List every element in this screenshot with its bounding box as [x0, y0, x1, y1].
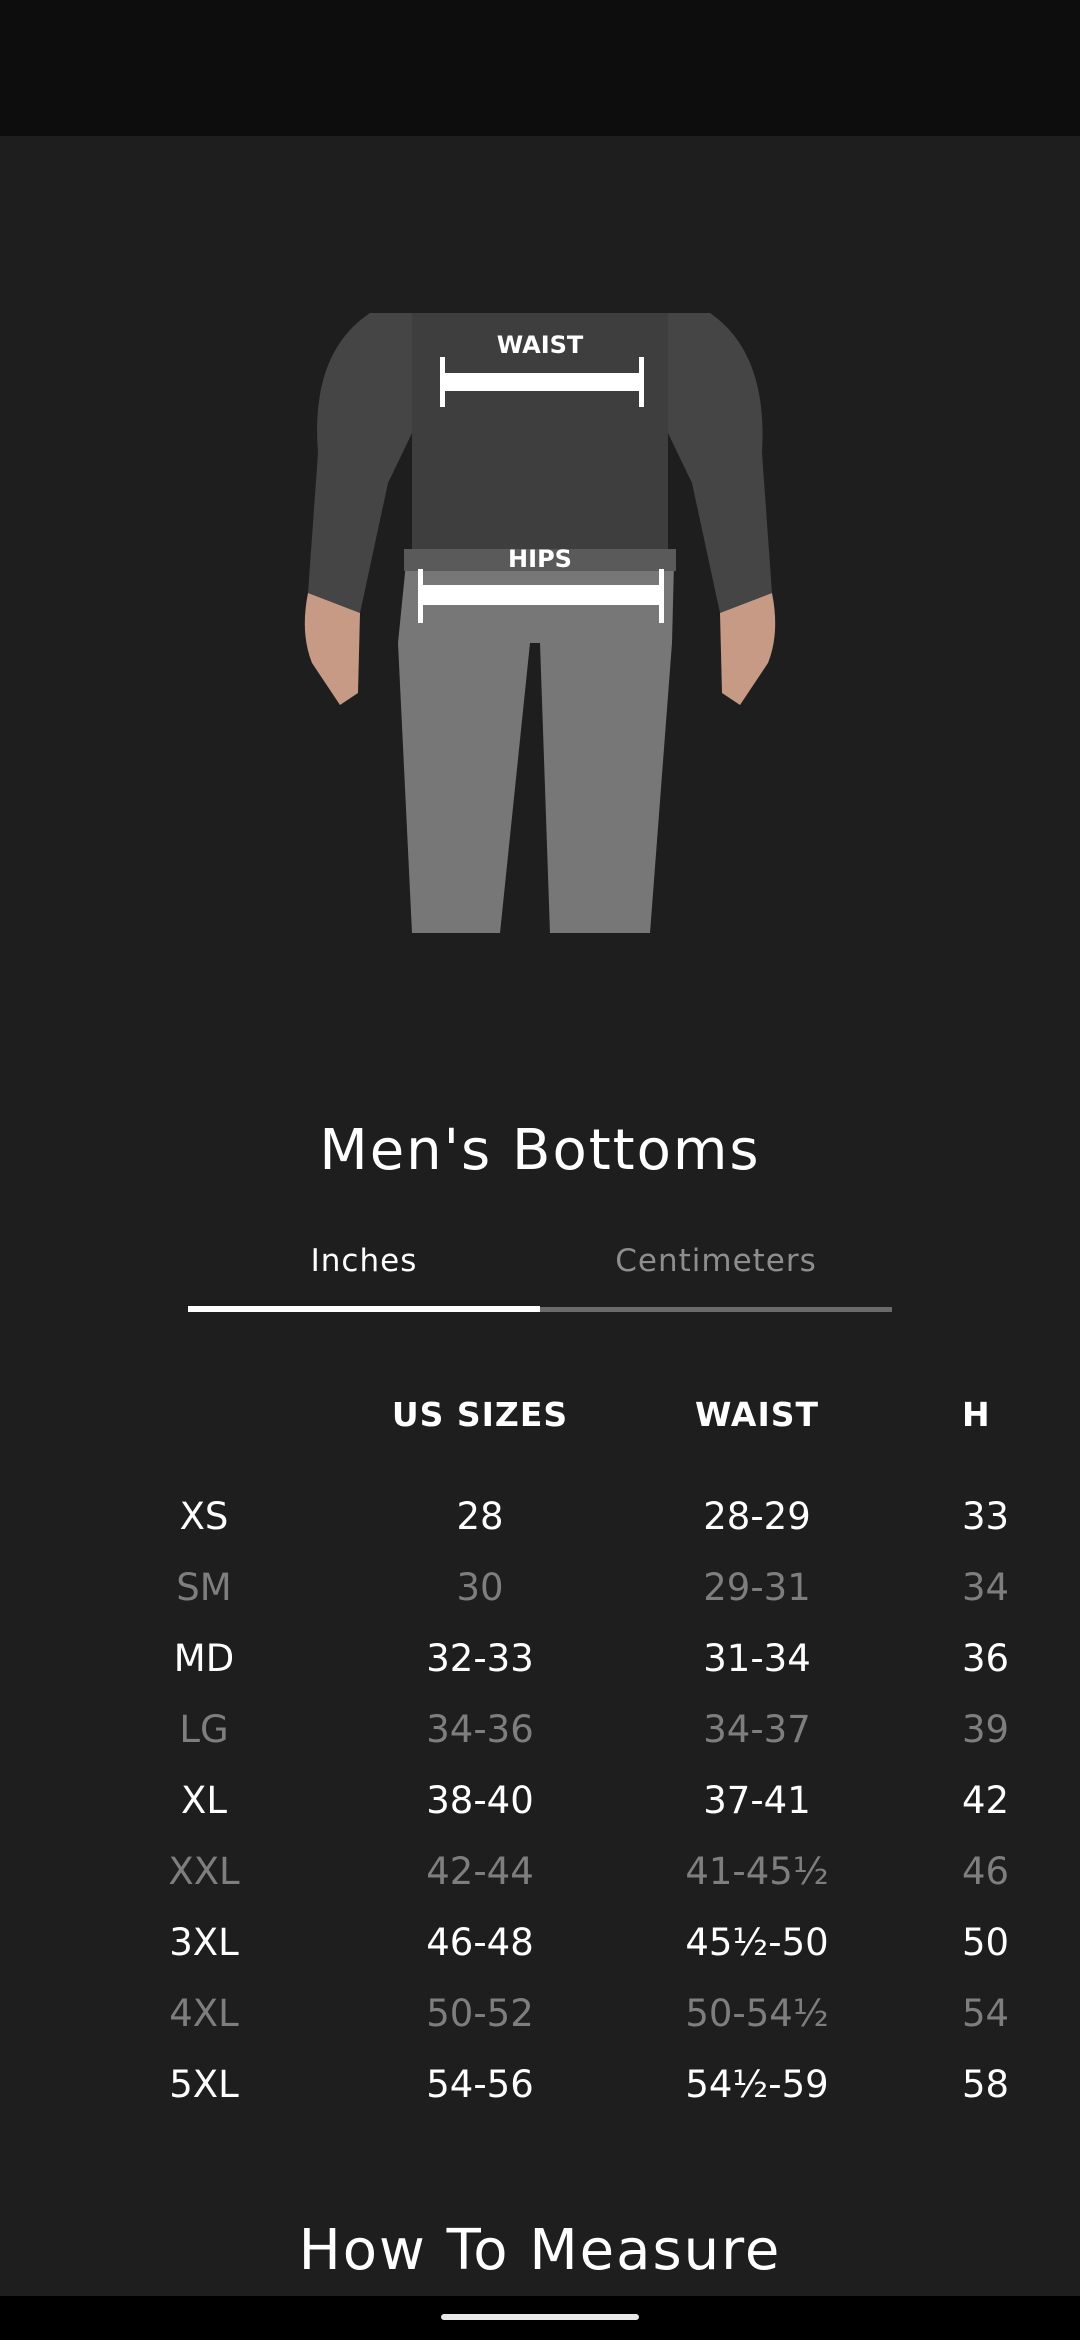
header-hips: H: [962, 1395, 991, 1434]
header-waist: WAIST: [694, 1395, 819, 1434]
size-label: XS: [179, 1495, 229, 1538]
hips-value: 39: [962, 1708, 1010, 1751]
us-size-value: 46-48: [426, 1921, 534, 1964]
us-size-value: 54-56: [426, 2063, 534, 2106]
table-row: XXL 42-44 41-45½ 46: [0, 1850, 1016, 1910]
table-row: XL 38-40 37-41 42: [0, 1779, 1016, 1839]
waist-label: WAIST: [497, 331, 584, 359]
home-gesture-handle[interactable]: [441, 2314, 639, 2320]
table-row: SM 30 29-31 34: [0, 1566, 1016, 1626]
navigation-bar: [0, 2296, 1080, 2340]
table-header: US SIZES WAIST H: [0, 1395, 1016, 1455]
unit-tabs: Inches Centimeters: [188, 1238, 892, 1312]
waist-measure-cap-left: [440, 357, 445, 407]
table-row: MD 32-33 31-34 36: [0, 1637, 1016, 1697]
size-label: 5XL: [169, 2063, 239, 2106]
hips-measure-cap-left: [418, 569, 423, 623]
size-label: 4XL: [169, 1992, 239, 2035]
hips-value: 54: [962, 1992, 1010, 2035]
us-size-value: 50-52: [426, 1992, 534, 2035]
hips-value: 42: [962, 1779, 1010, 1822]
status-bar: [0, 0, 1080, 136]
waist-value: 29-31: [703, 1566, 811, 1609]
table-row: XS 28 28-29 33: [0, 1495, 1016, 1555]
leggings: [398, 563, 674, 933]
hips-value: 58: [962, 2063, 1010, 2106]
waist-measure-cap-right: [639, 357, 644, 407]
header-us-sizes: US SIZES: [391, 1395, 569, 1434]
how-to-measure-title: How To Measure: [298, 2218, 782, 2283]
us-size-value: 30: [456, 1566, 504, 1609]
us-size-value: 38-40: [426, 1779, 534, 1822]
hips-measure-cap-right: [659, 569, 664, 623]
hips-value: 34: [962, 1566, 1010, 1609]
waist-value: 54½-59: [685, 2063, 829, 2106]
page-title: Men's Bottoms: [319, 1118, 761, 1183]
waist-value: 31-34: [703, 1637, 811, 1680]
us-size-value: 42-44: [426, 1850, 534, 1893]
size-guide-figure: WAIST HIPS: [300, 313, 780, 933]
hips-value: 36: [962, 1637, 1010, 1680]
size-label: XXL: [168, 1850, 240, 1893]
tab-centimeters[interactable]: Centimeters: [540, 1238, 892, 1312]
hips-value: 50: [962, 1921, 1010, 1964]
us-size-value: 34-36: [426, 1708, 534, 1751]
size-label: 3XL: [169, 1921, 239, 1964]
hips-measure-bar: [420, 585, 662, 605]
table-row: 4XL 50-52 50-54½ 54: [0, 1992, 1016, 2052]
size-label: MD: [173, 1637, 235, 1680]
waist-value: 28-29: [703, 1495, 811, 1538]
table-row: LG 34-36 34-37 39: [0, 1708, 1016, 1768]
waist-measure-bar: [442, 373, 642, 391]
size-label: SM: [176, 1566, 232, 1609]
waist-value: 41-45½: [685, 1850, 829, 1893]
waist-value: 34-37: [703, 1708, 811, 1751]
left-sleeve: [308, 313, 412, 613]
hips-value: 33: [962, 1495, 1010, 1538]
hips-label: HIPS: [508, 545, 572, 573]
us-size-value: 32-33: [426, 1637, 534, 1680]
waist-value: 45½-50: [685, 1921, 829, 1964]
waist-value: 37-41: [703, 1779, 811, 1822]
tab-inches[interactable]: Inches: [188, 1238, 540, 1312]
size-label: LG: [179, 1708, 229, 1751]
us-size-value: 28: [456, 1495, 504, 1538]
waist-value: 50-54½: [685, 1992, 829, 2035]
hips-value: 46: [962, 1850, 1010, 1893]
size-table[interactable]: US SIZES WAIST H XS 28 28-29 33 SM 30 29…: [0, 1395, 1016, 2135]
table-row: 3XL 46-48 45½-50 50: [0, 1921, 1016, 1981]
model-illustration: WAIST HIPS: [304, 313, 776, 933]
size-label: XL: [181, 1779, 227, 1822]
table-row: 5XL 54-56 54½-59 58: [0, 2063, 1016, 2123]
right-sleeve: [668, 313, 772, 613]
